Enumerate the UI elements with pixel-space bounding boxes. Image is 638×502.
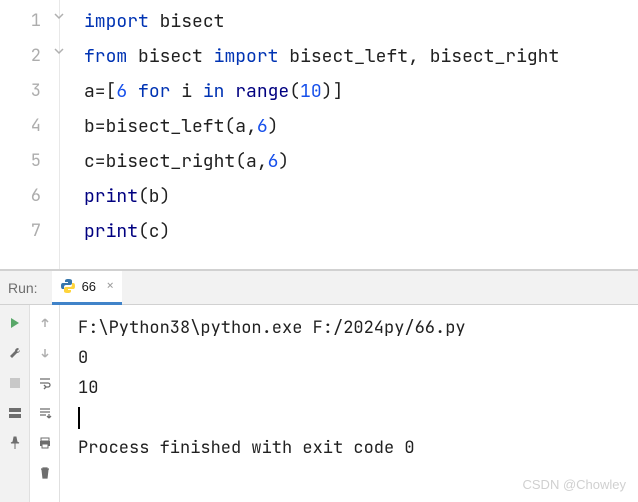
console-output[interactable]: F:\Python38\python.exe F:/2024py/66.py 0… — [60, 305, 638, 502]
layout-icon[interactable] — [5, 403, 25, 423]
code-line: from bisect import bisect_left, bisect_r… — [84, 39, 638, 74]
run-body: F:\Python38\python.exe F:/2024py/66.py 0… — [0, 305, 638, 502]
code-pane[interactable]: import bisect from bisect import bisect_… — [60, 0, 638, 269]
console-line: 10 — [78, 373, 638, 403]
line-number: 2 — [0, 39, 59, 74]
fold-marker-icon[interactable] — [53, 45, 65, 57]
rerun-icon[interactable] — [5, 313, 25, 333]
trash-icon[interactable] — [35, 463, 55, 483]
up-arrow-icon[interactable] — [35, 313, 55, 333]
code-line: import bisect — [84, 4, 638, 39]
code-line: a=[6 for i in range(10)] — [84, 74, 638, 109]
python-icon — [60, 278, 76, 294]
run-panel: Run: 66 × F:\Python38\python.exe F:/2024… — [0, 270, 638, 502]
soft-wrap-icon[interactable] — [35, 373, 55, 393]
editor-area: 1 2 3 4 5 6 7 import bisect from bisect … — [0, 0, 638, 270]
caret-icon — [78, 407, 80, 429]
line-gutter: 1 2 3 4 5 6 7 — [0, 0, 60, 269]
console-caret-line — [78, 403, 638, 433]
line-number: 5 — [0, 144, 59, 179]
line-number: 7 — [0, 214, 59, 249]
console-line: F:\Python38\python.exe F:/2024py/66.py — [78, 313, 638, 343]
run-label: Run: — [8, 280, 38, 296]
code-line: print(c) — [84, 214, 638, 249]
scroll-to-end-icon[interactable] — [35, 403, 55, 423]
run-toolbar-secondary — [30, 305, 60, 502]
run-header: Run: 66 × — [0, 271, 638, 305]
code-line: b=bisect_left(a,6) — [84, 109, 638, 144]
run-toolbar-primary — [0, 305, 30, 502]
code-line: c=bisect_right(a,6) — [84, 144, 638, 179]
pin-icon[interactable] — [5, 433, 25, 453]
line-number: 6 — [0, 179, 59, 214]
console-line: 0 — [78, 343, 638, 373]
watermark: CSDN @Chowley — [523, 477, 627, 492]
code-line: print(b) — [84, 179, 638, 214]
close-icon[interactable]: × — [106, 277, 114, 295]
line-number: 4 — [0, 109, 59, 144]
wrench-icon[interactable] — [5, 343, 25, 363]
stop-icon[interactable] — [5, 373, 25, 393]
fold-marker-icon[interactable] — [53, 10, 65, 22]
line-number: 3 — [0, 74, 59, 109]
run-tab-name: 66 — [82, 279, 96, 294]
run-tab[interactable]: 66 × — [52, 271, 123, 305]
line-number: 1 — [0, 4, 59, 39]
console-line: Process finished with exit code 0 — [78, 433, 638, 463]
down-arrow-icon[interactable] — [35, 343, 55, 363]
print-icon[interactable] — [35, 433, 55, 453]
